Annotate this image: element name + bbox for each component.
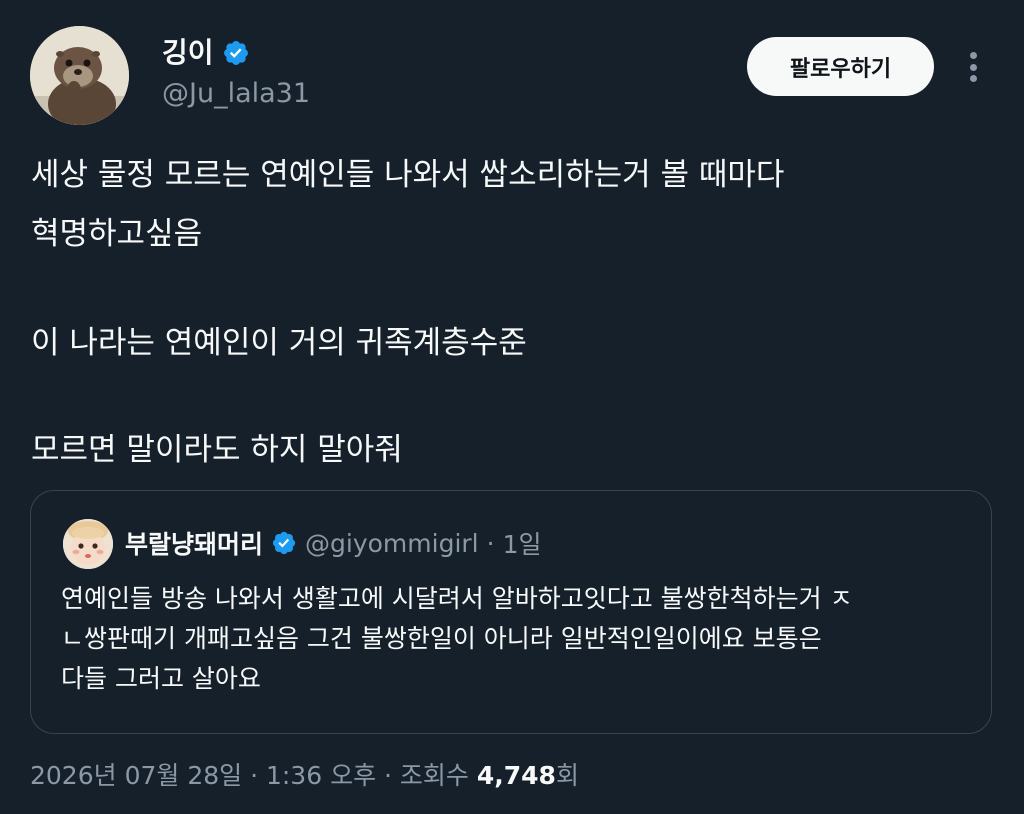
more-dot bbox=[969, 63, 977, 71]
author-name-row[interactable]: 깅이 bbox=[162, 36, 250, 70]
author-handle[interactable]: @Ju_lala31 bbox=[162, 78, 310, 110]
quoted-text-line: 다들 그러고 살아요 bbox=[61, 664, 261, 693]
quoted-tweet-card[interactable]: 부랄냥돼머리 @giyommigirl · 1일 연예인들 방송 나와서 생활고… bbox=[30, 490, 992, 734]
quoted-text-line: 연예인들 방송 나와서 생활고에 시달려서 알바하고잇다고 불쌍한척하는거 ㅈ bbox=[61, 584, 853, 613]
view-count-suffix: 회 bbox=[555, 761, 579, 790]
tweet-text-line: 세상 물정 모르는 연예인들 나와서 쌉소리하는거 볼 때마다 bbox=[31, 157, 785, 193]
quoted-display-name[interactable]: 부랄냥돼머리 bbox=[125, 525, 263, 561]
tweet-timestamp[interactable]: 2026년 07월 28일 · 1:36 오후 · 조회수 bbox=[30, 761, 477, 790]
quoted-header: 부랄냥돼머리 @giyommigirl · 1일 bbox=[125, 525, 541, 561]
tweet-text-line: 모르면 말이라도 하지 말아줘 bbox=[31, 432, 403, 468]
quoted-handle[interactable]: @giyommigirl bbox=[305, 529, 479, 558]
author-display-name[interactable]: 깅이 bbox=[162, 36, 214, 70]
author-avatar[interactable] bbox=[30, 26, 129, 125]
quoted-tweet-text: 연예인들 방송 나와서 생활고에 시달려서 알바하고잇다고 불쌍한척하는거 ㅈ … bbox=[61, 579, 961, 699]
verified-badge-icon bbox=[223, 41, 248, 65]
tweet-meta: 2026년 07월 28일 · 1:36 오후 · 조회수 4,748회 bbox=[30, 758, 579, 794]
view-count: 4,748 bbox=[476, 761, 556, 790]
otter-avatar-icon bbox=[30, 26, 129, 125]
verified-badge-icon bbox=[272, 531, 296, 555]
quoted-author-avatar[interactable] bbox=[63, 519, 113, 569]
quoted-timestamp[interactable]: 1일 bbox=[503, 525, 542, 561]
more-dot bbox=[969, 52, 977, 59]
tweet-text-line: 혁명하고싶음 bbox=[31, 216, 203, 252]
follow-button[interactable]: 팔로우하기 bbox=[747, 37, 934, 96]
doll-face-avatar-icon bbox=[63, 519, 113, 569]
more-dot bbox=[969, 75, 977, 82]
more-options-icon[interactable] bbox=[960, 48, 986, 86]
quoted-text-line: ㄴ쌍판때기 개패고싶음 그건 불쌍한일이 아니라 일반적인일이에요 보통은 bbox=[61, 624, 822, 653]
quoted-separator: · bbox=[486, 528, 495, 558]
tweet-text-line: 이 나라는 연예인이 거의 귀족계층수준 bbox=[31, 325, 527, 361]
